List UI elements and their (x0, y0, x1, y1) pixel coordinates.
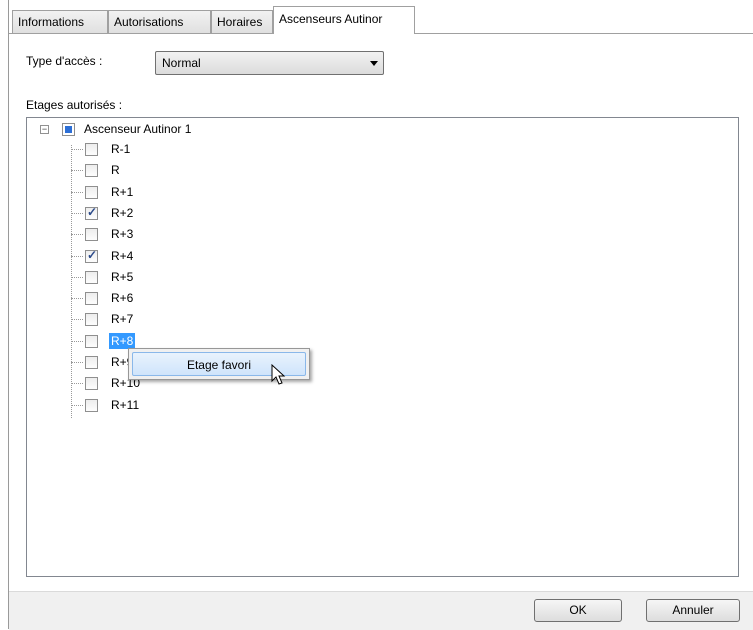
floor-checkbox[interactable] (85, 377, 98, 390)
floor-label[interactable]: R+6 (109, 290, 135, 306)
floor-checkbox[interactable] (85, 356, 98, 369)
access-type-label: Type d'accès : (26, 54, 103, 68)
dropdown-arrow-icon[interactable] (370, 61, 378, 66)
tree-connector-line (71, 298, 83, 299)
tab-strip: Informations Autorisations Horaires Asce… (9, 0, 753, 37)
tab-horaires[interactable]: Horaires (211, 10, 273, 33)
tree-root-row[interactable]: − Ascenseur Autinor 1 (27, 118, 327, 138)
tree-connector-line (71, 277, 83, 278)
floor-label[interactable]: R+5 (109, 269, 135, 285)
floor-checkbox[interactable] (85, 186, 98, 199)
floor-checkbox[interactable] (85, 271, 98, 284)
floor-checkbox[interactable] (85, 205, 98, 220)
access-type-select[interactable]: Normal (155, 51, 384, 75)
ok-button[interactable]: OK (534, 599, 622, 622)
tree-connector-line (71, 170, 83, 171)
floor-label[interactable]: R (109, 162, 122, 178)
tree-connector-line (71, 145, 72, 418)
collapse-icon[interactable]: − (40, 125, 49, 134)
floor-label[interactable]: R-1 (109, 141, 132, 157)
mouse-cursor-icon (271, 364, 286, 385)
tree-connector-line (71, 192, 83, 193)
tree-connector-line (71, 405, 83, 406)
floor-label[interactable]: R+2 (109, 205, 135, 221)
floor-label[interactable]: R+3 (109, 226, 135, 242)
root-tristate-checkbox[interactable] (62, 123, 75, 136)
floor-label[interactable]: R+7 (109, 311, 135, 327)
floors-label: Etages autorisés : (26, 98, 123, 112)
floor-checkbox[interactable] (85, 335, 98, 348)
tab-autorisations[interactable]: Autorisations (108, 10, 211, 33)
floors-tree[interactable]: − Ascenseur Autinor 1 R-1 R R+1 R+2 R+3 R+4 R+… (26, 117, 739, 577)
floor-label[interactable]: R+8 (109, 333, 136, 349)
floor-checkbox[interactable] (85, 292, 98, 305)
tree-connector-line (71, 256, 83, 257)
tree-connector-line (71, 149, 83, 150)
tree-connector-line (71, 362, 83, 363)
floor-checkbox[interactable] (85, 248, 98, 263)
floor-checkbox[interactable] (85, 228, 98, 241)
tree-root-label[interactable]: Ascenseur Autinor 1 (84, 122, 191, 136)
floor-checkbox[interactable] (85, 313, 98, 326)
tree-connector-line (71, 383, 83, 384)
tree-connector-line (71, 319, 83, 320)
floor-checkbox[interactable] (85, 143, 98, 156)
tree-connector-line (71, 341, 83, 342)
tree-connector-line (71, 234, 83, 235)
tab-informations[interactable]: Informations (12, 10, 108, 33)
tab-ascenseurs-autinor[interactable]: Ascenseurs Autinor (273, 6, 415, 34)
dialog-button-bar: OK Annuler (9, 591, 753, 630)
floor-label[interactable]: R+4 (109, 248, 135, 264)
floor-label[interactable]: R+11 (109, 397, 141, 413)
floor-checkbox[interactable] (85, 399, 98, 412)
floor-label[interactable]: R+1 (109, 184, 135, 200)
tree-connector-line (71, 213, 83, 214)
access-type-value: Normal (162, 56, 201, 70)
cancel-button[interactable]: Annuler (646, 599, 740, 622)
floor-checkbox[interactable] (85, 164, 98, 177)
